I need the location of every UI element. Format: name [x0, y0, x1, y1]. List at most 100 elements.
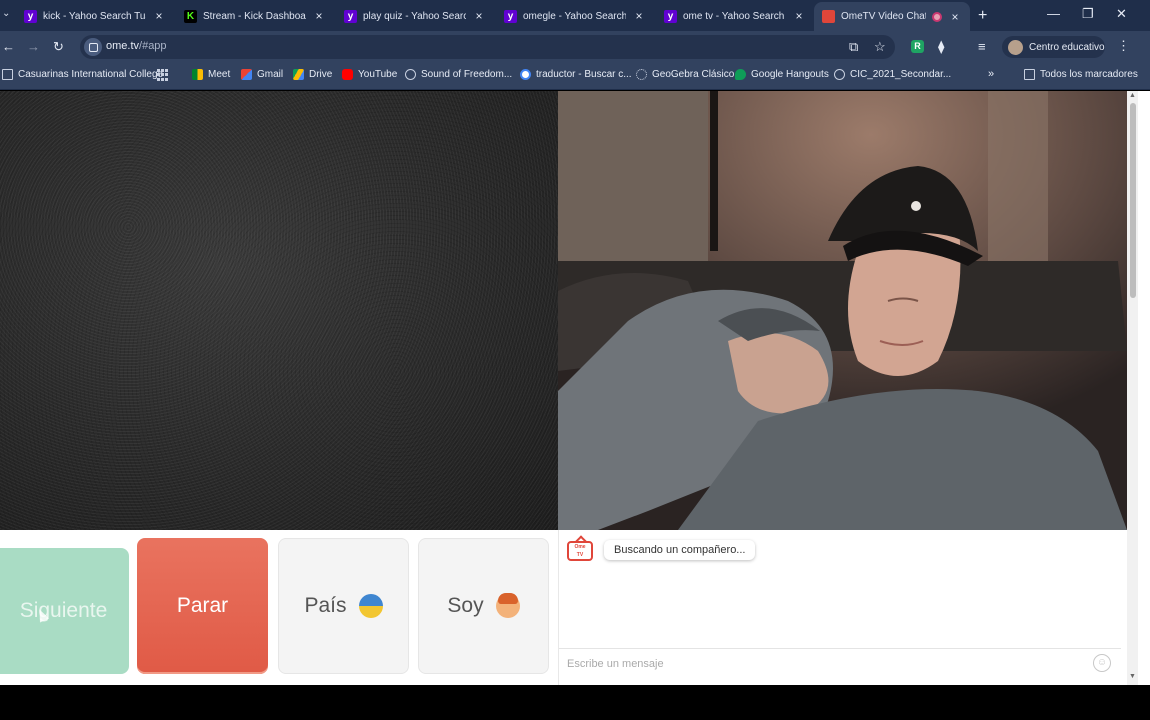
scroll-down-icon[interactable]: ▼	[1129, 673, 1136, 680]
globe-icon	[405, 69, 416, 80]
close-icon[interactable]: ×	[472, 9, 486, 23]
browser-window: ⌄ y kick - Yahoo Search Tus resultados ×…	[0, 0, 1150, 720]
close-icon[interactable]: ×	[152, 9, 166, 23]
extension-r-icon[interactable]: R	[911, 40, 924, 53]
new-tab-button[interactable]: +	[978, 7, 987, 25]
chat-message-input[interactable]	[567, 655, 1077, 673]
next-button[interactable]: Siguiente	[0, 548, 129, 674]
chat-controls: Siguiente Parar País Soy	[0, 530, 558, 685]
chat-divider	[559, 648, 1121, 649]
tab-title: kick - Yahoo Search Tus resultados	[43, 10, 146, 22]
menu-kebab-icon[interactable]: ⋮	[1117, 38, 1130, 54]
local-camera-video	[0, 91, 558, 530]
tab-ome-tv[interactable]: y ome tv - Yahoo Search Tus resultados ×	[656, 4, 814, 28]
url-path: /#app	[139, 40, 167, 52]
boy-emoji-icon	[495, 593, 520, 618]
bookmark-label: Todos los marcadores	[1040, 69, 1138, 80]
reload-icon[interactable]: ↻	[53, 39, 64, 55]
bookmark-cic-2021[interactable]: CIC_2021_Secondar...	[834, 69, 951, 80]
chat-panel: OmeTV Buscando un compañero... ☺	[558, 530, 1127, 685]
profile-chip[interactable]: Centro educativo	[1002, 36, 1105, 58]
bookmark-gmail[interactable]: Gmail	[241, 69, 283, 80]
more-bookmarks-icon[interactable]: »	[988, 68, 994, 80]
bookmark-label: Sound of Freedom...	[421, 69, 513, 80]
close-icon[interactable]: ×	[312, 9, 326, 23]
scroll-up-icon[interactable]: ▲	[1129, 92, 1136, 99]
recording-icon	[932, 11, 942, 22]
gender-button-label: Soy	[447, 594, 484, 617]
forward-icon[interactable]: →	[27, 39, 40, 54]
media-control-icon[interactable]: ≡	[978, 39, 986, 54]
apps-grid-icon[interactable]	[157, 69, 169, 81]
stop-button-label: Parar	[176, 594, 229, 617]
close-icon[interactable]: ×	[792, 9, 806, 23]
cast-icon[interactable]: ⧉	[849, 39, 858, 55]
kick-icon: K	[184, 9, 197, 23]
url-text[interactable]: ome.tv/#app	[106, 40, 167, 52]
folder-icon	[2, 69, 13, 80]
page-content: ▲ ▼ Siguiente Parar País Soy Ome TV Busca…	[0, 91, 1150, 685]
gender-button[interactable]: Soy	[418, 538, 549, 674]
bookmark-youtube[interactable]: YouTube	[342, 69, 397, 80]
site-info-icon[interactable]	[84, 38, 102, 56]
hangouts-icon	[735, 69, 746, 80]
youtube-icon	[342, 69, 353, 80]
bookmark-geogebra[interactable]: GeoGebra Clásico	[636, 69, 734, 80]
extensions-puzzle-icon[interactable]: ⧫	[938, 39, 944, 55]
tab-title: omegle - Yahoo Search Tus resultados	[523, 10, 626, 22]
partner-video	[558, 91, 1127, 530]
bookmark-label: Gmail	[257, 69, 284, 80]
gmail-icon	[241, 69, 252, 80]
profile-name: Centro educativo	[1029, 41, 1105, 53]
all-bookmarks-folder[interactable]: Todos los marcadores	[1024, 69, 1138, 80]
yahoo-icon: y	[344, 9, 357, 23]
tab-title: ome tv - Yahoo Search Tus resultados	[683, 10, 786, 22]
bookmark-label: traductor - Buscar c...	[536, 69, 632, 80]
url-host: ome.tv	[106, 40, 140, 52]
browser-toolbar: ← → ↻ ome.tv/#app ⧉ ☆ R ⧫ ≡ Centro educa…	[0, 31, 1150, 63]
close-icon[interactable]: ×	[632, 9, 646, 23]
bookmark-hangouts[interactable]: Google Hangouts	[735, 69, 829, 80]
country-filter-button[interactable]: País	[278, 538, 409, 674]
google-icon	[520, 69, 531, 80]
bookmark-drive[interactable]: Drive	[293, 69, 332, 80]
page-scrollbar[interactable]: ▲ ▼	[1127, 91, 1138, 685]
yahoo-icon: y	[504, 9, 517, 23]
ometv-icon	[822, 10, 835, 23]
chat-status-message: Buscando un compañero...	[604, 540, 756, 560]
bookmark-casuarinas[interactable]: Casuarinas International College	[2, 69, 163, 80]
globe-icon	[834, 69, 845, 80]
tab-search-icon[interactable]: ⌄	[2, 8, 14, 22]
tab-title: play quiz - Yahoo Search Tus resultados	[363, 10, 466, 22]
geogebra-icon	[636, 69, 647, 80]
address-bar[interactable]: ome.tv/#app ⧉ ☆	[80, 35, 895, 59]
bookmark-label: Google Hangouts	[751, 69, 829, 80]
tab-kick-yahoo[interactable]: y kick - Yahoo Search Tus resultados ×	[16, 4, 174, 28]
tab-omegle[interactable]: y omegle - Yahoo Search Tus resultados ×	[496, 4, 654, 28]
tab-ometv-video-chat[interactable]: OmeTV Video Chat — ×	[814, 2, 970, 31]
bookmark-meet[interactable]: Meet	[192, 69, 230, 80]
scrollbar-thumb[interactable]	[1130, 103, 1136, 298]
bookmarks-bar: Casuarinas International College Meet Gm…	[0, 63, 1150, 90]
close-window-icon[interactable]: ✕	[1116, 6, 1127, 22]
back-icon[interactable]: ←	[2, 39, 15, 54]
yahoo-icon: y	[24, 9, 37, 23]
tab-play-quiz[interactable]: y play quiz - Yahoo Search Tus resultado…	[336, 4, 494, 28]
drive-icon	[293, 69, 304, 80]
tab-kick-dashboard[interactable]: K Stream - Kick Dashboard ×	[176, 4, 334, 28]
next-button-label: Siguiente	[19, 599, 108, 622]
bookmark-traductor[interactable]: traductor - Buscar c...	[520, 69, 632, 80]
stop-button[interactable]: Parar	[137, 538, 268, 674]
restore-icon[interactable]: ❐	[1082, 6, 1094, 22]
avatar	[1008, 39, 1023, 55]
ukraine-flag-icon	[358, 594, 383, 618]
bookmark-sound-of-freedom[interactable]: Sound of Freedom...	[405, 69, 512, 80]
bookmark-star-icon[interactable]: ☆	[874, 39, 886, 55]
tab-title: OmeTV Video Chat —	[841, 11, 926, 22]
bookmark-label: Casuarinas International College	[18, 69, 164, 80]
bookmark-label: YouTube	[358, 69, 398, 80]
minimize-icon[interactable]: —	[1047, 6, 1060, 21]
close-icon[interactable]: ×	[948, 10, 962, 24]
bookmark-label: GeoGebra Clásico	[652, 69, 735, 80]
emoji-icon[interactable]: ☺	[1093, 654, 1111, 672]
